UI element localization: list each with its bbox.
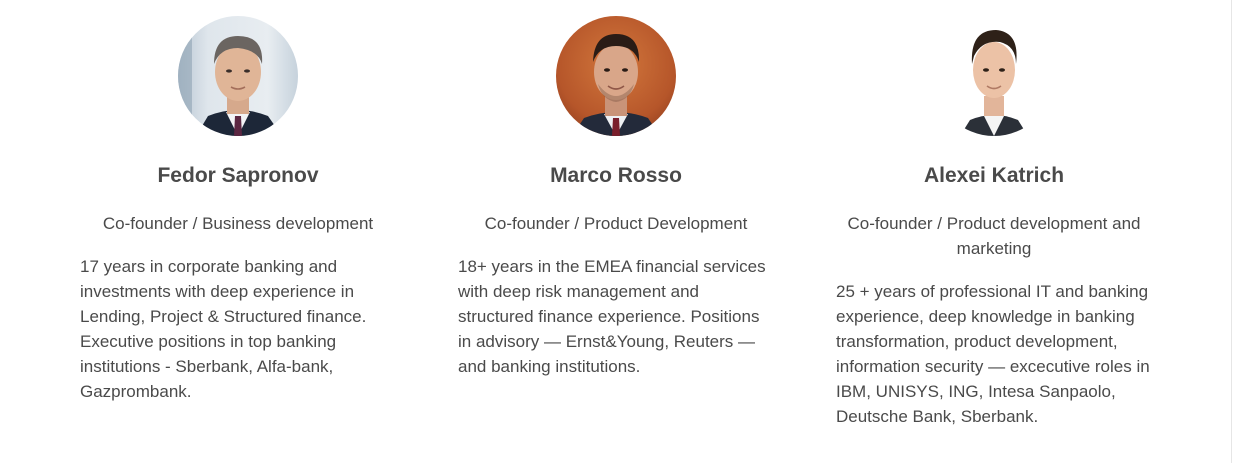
member-name: Alexei Katrich (923, 164, 1065, 187)
avatar-photo (178, 16, 298, 136)
member-role: Co-founder / Product development and mar… (847, 214, 1141, 258)
avatar-photo (556, 16, 676, 136)
team-section: Fedor Sapronov Co-founder / Business dev… (0, 0, 1234, 463)
member-bio: 17 years in corporate banking and invest… (80, 257, 367, 401)
member-role: Co-founder / Business development (102, 214, 374, 233)
member-bio: 18+ years in the EMEA financial services… (458, 257, 766, 376)
member-bio: 25 + years of professional IT and bankin… (836, 282, 1150, 426)
member-role: Co-founder / Product Development (484, 214, 748, 233)
member-name: Marco Rosso (550, 164, 682, 187)
avatar-photo (934, 16, 1054, 136)
member-name: Fedor Sapronov (157, 164, 319, 187)
